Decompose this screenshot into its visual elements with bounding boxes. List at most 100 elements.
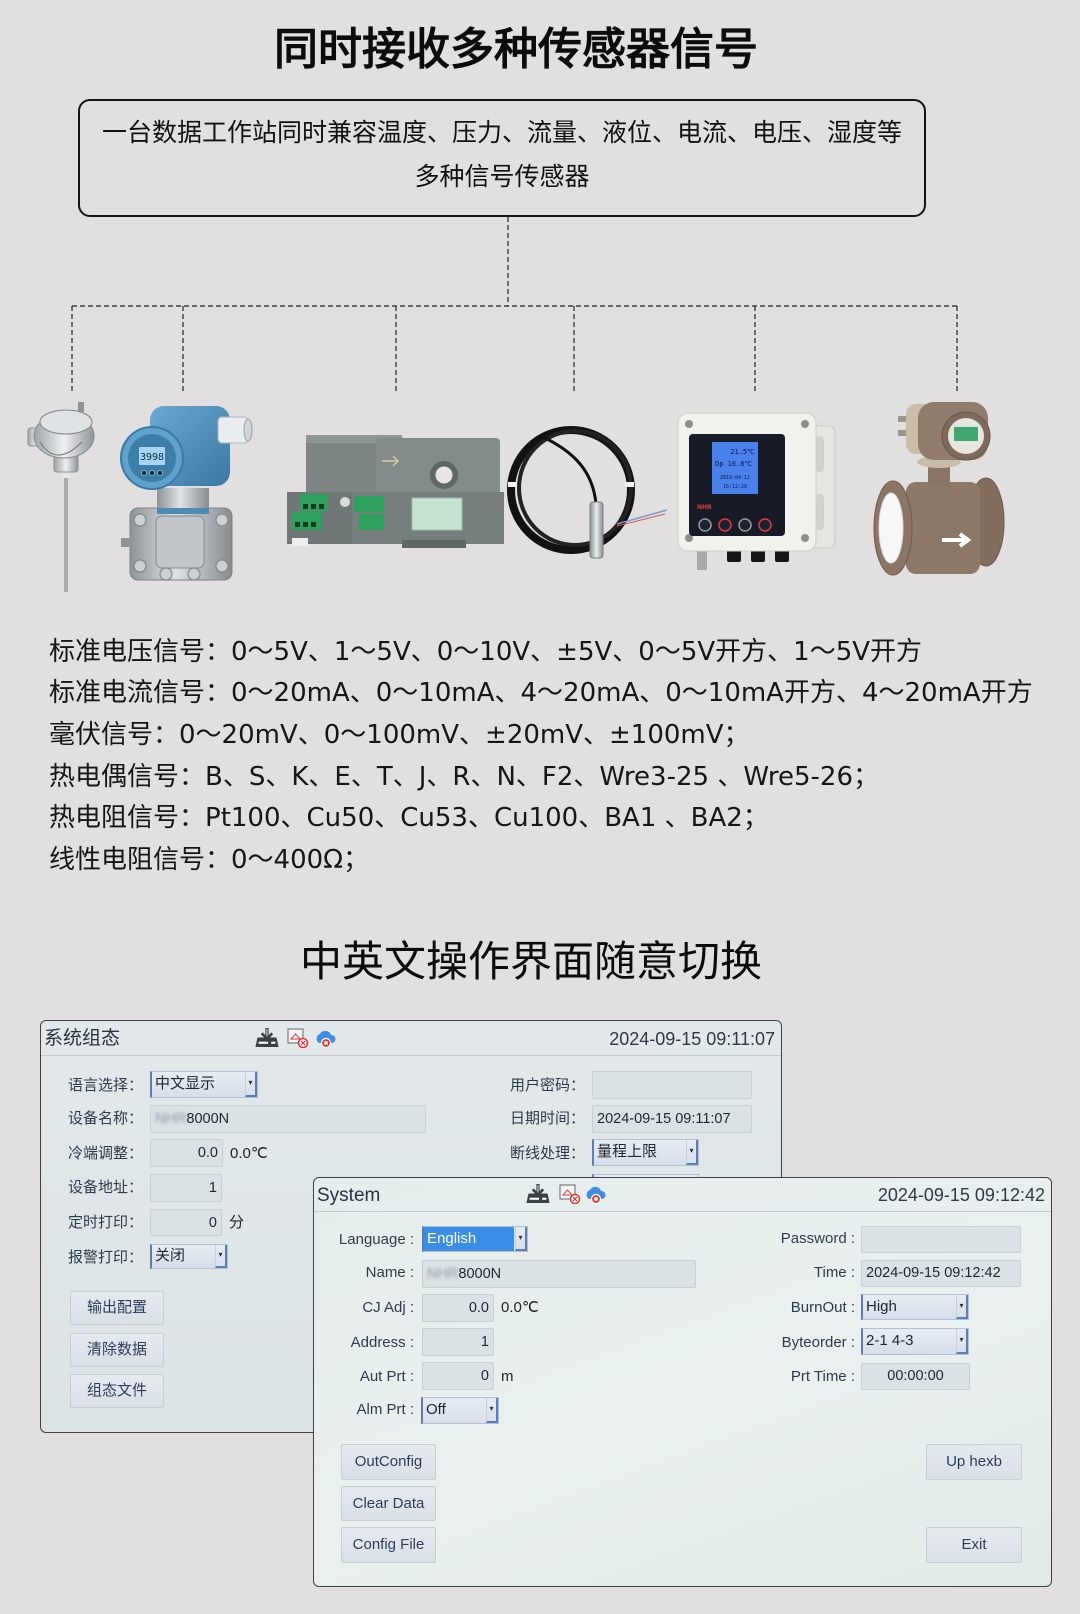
panel-header: System 2024-09-15 09:12:42 [314, 1178, 1051, 1212]
time-field[interactable]: 2024-09-15 09:12:42 [861, 1260, 1021, 1287]
burnout-label: 断线处理： [510, 1145, 586, 1162]
byteorder-label: Byteorder : [781, 1334, 855, 1351]
pressure-transmitter-image: 3998 [120, 406, 253, 581]
spec-value: B、S、K、E、T、J、R、N、F2、Wre3-25 、Wre5-26； [205, 762, 879, 792]
device-name-blurred-prefix: NHR [427, 1266, 459, 1282]
save-to-drive-icon[interactable] [254, 1028, 280, 1048]
password-field[interactable] [861, 1226, 1021, 1253]
burnout-select[interactable]: High ▾ [861, 1294, 969, 1320]
output-config-button[interactable]: 输出配置 [70, 1291, 164, 1325]
level-sensor-probe [589, 501, 604, 559]
current-sensor-image [287, 435, 504, 548]
config-file-button[interactable]: 组态文件 [70, 1374, 164, 1408]
clear-data-button[interactable]: 清除数据 [70, 1333, 164, 1367]
device-name-value: 8000N [458, 1266, 502, 1282]
burnout-value: 量程上限 [597, 1143, 658, 1160]
spec-linear-resistance: 线性电阻信号：0～400Ω； [49, 839, 369, 881]
time-label: Time : [813, 1264, 855, 1281]
language-select-value: 中文显示 [155, 1075, 216, 1092]
header-icons [254, 1028, 336, 1048]
spec-value: 0～20mA、0～10mA、4～20mA、0～10mA开方、4～20mA开方 [231, 678, 1033, 708]
language-label: Language : [338, 1231, 414, 1248]
cj-adj-field[interactable]: 0.0 [422, 1294, 494, 1322]
device-address-field[interactable]: 1 [150, 1174, 222, 1202]
transmitter-housing: 3998 [120, 406, 253, 490]
password-field[interactable] [592, 1071, 752, 1099]
spec-value: 0～5V、1～5V、0～10V、±5V、0～5V开方、1～5V开方 [231, 637, 923, 667]
cj-adj-label: CJ Adj : [362, 1299, 414, 1316]
spec-label: 热电阻信号： [49, 803, 206, 833]
intro-line-2: 多种信号传感器 [414, 162, 590, 191]
prt-time-label: Prt Time : [790, 1368, 855, 1385]
spec-current: 标准电流信号：0～20mA、0～10mA、4～20mA、0～10mA开方、4～2… [49, 672, 1033, 714]
flowmeter-front-flange [873, 480, 913, 576]
device-name-field[interactable]: NHR8000N [150, 1105, 426, 1133]
spec-millivolt: 毫伏信号：0～20mV、0～100mV、±20mV、±100mV； [49, 714, 750, 756]
timed-print-unit: 分 [229, 1214, 245, 1231]
burnout-select[interactable]: 量程上限 ▾ [592, 1139, 699, 1166]
spec-label: 标准电压信号： [49, 637, 232, 667]
spec-label: 标准电流信号： [49, 678, 232, 708]
spec-rtd: 热电阻信号：Pt100、Cu50、Cu53、Cu100、BA1 、BA2； [49, 797, 769, 839]
cloud-offline-icon[interactable] [584, 1184, 606, 1204]
language-label: 语言选择： [68, 1077, 144, 1094]
out-config-button[interactable]: OutConfig [341, 1444, 436, 1480]
aut-prt-field[interactable]: 0 [422, 1362, 494, 1390]
language-select[interactable]: English ▾ [422, 1226, 528, 1252]
pressure-display-reading: 3998 [140, 452, 164, 463]
up-hexb-button[interactable]: Up hexb [926, 1444, 1022, 1480]
byteorder-select[interactable]: 2-1 4-3 ▾ [861, 1328, 969, 1355]
device-name-field[interactable]: NHR8000N [422, 1260, 696, 1288]
device-address-label: 设备地址： [68, 1179, 144, 1196]
chevron-down-icon: ▾ [245, 1072, 257, 1097]
level-sensor-cable-coil [507, 426, 668, 554]
clear-data-button[interactable]: Clear Data [341, 1486, 436, 1521]
cold-junction-field[interactable]: 0.0 [150, 1139, 223, 1167]
chevron-down-icon: ▾ [956, 1329, 968, 1354]
language-select[interactable]: 中文显示 ▾ [150, 1071, 258, 1098]
cj-adj-reading: 0.0℃ [501, 1299, 539, 1316]
chevron-down-icon: ▾ [215, 1245, 227, 1268]
cloud-offline-icon[interactable] [314, 1028, 336, 1048]
prt-time-field[interactable]: 00:00:00 [861, 1363, 970, 1390]
address-field[interactable]: 1 [422, 1328, 494, 1356]
print-error-icon[interactable] [559, 1184, 581, 1204]
alarm-print-value: 关闭 [155, 1247, 186, 1264]
save-to-drive-icon[interactable] [525, 1184, 551, 1204]
burnout-value: High [866, 1298, 897, 1315]
humidity-display-image: 21.5℃ Dp 16.8℃ 2019-04-12 16:12:28 NHR [677, 412, 836, 570]
exit-button[interactable]: Exit [926, 1527, 1022, 1563]
display-dewpoint: Dp 16.8℃ [715, 460, 753, 468]
print-error-icon[interactable] [287, 1028, 309, 1048]
spec-value: 0～20mV、0～100mV、±20mV、±100mV； [179, 720, 750, 750]
transmitter-flange [121, 507, 233, 581]
alarm-print-label: 报警打印： [68, 1249, 144, 1266]
config-file-button[interactable]: Config File [341, 1527, 436, 1563]
datetime-field[interactable]: 2024-09-15 09:11:07 [592, 1105, 752, 1133]
alarm-print-select[interactable]: 关闭 ▾ [150, 1244, 228, 1269]
password-label: 用户密码： [510, 1077, 586, 1094]
alm-prt-select[interactable]: Off ▾ [421, 1397, 499, 1424]
chevron-down-icon: ▾ [486, 1398, 498, 1423]
flowmeter-head [898, 402, 991, 461]
transmitter-neck [157, 488, 209, 514]
chevron-down-icon: ▾ [956, 1295, 968, 1319]
panel-title: 系统组态 [44, 1028, 121, 1049]
device-name-label: 设备名称： [68, 1110, 144, 1127]
device-name-blurred-prefix: NHR [155, 1111, 187, 1127]
panel-timestamp: 2024-09-15 09:12:42 [877, 1185, 1045, 1205]
intro-line-1: 一台数据工作站同时兼容温度、压力、流量、液位、电流、电压、湿度等 [101, 118, 902, 147]
section-title: 中英文操作界面随意切换 [299, 937, 762, 986]
thermocouple-rod [62, 470, 70, 592]
spec-label: 毫伏信号： [49, 720, 180, 750]
display-time: 16:12:28 [723, 484, 747, 490]
panel-title: System [317, 1185, 381, 1206]
spec-label: 热电偶信号： [49, 762, 206, 792]
chevron-down-icon: ▾ [515, 1227, 527, 1251]
spec-thermocouple: 热电偶信号：B、S、K、E、T、J、R、N、F2、Wre3-25 、Wre5-2… [49, 756, 879, 798]
address-label: Address : [350, 1334, 414, 1351]
panel-timestamp: 2024-09-15 09:11:07 [609, 1029, 775, 1049]
device-name-value: 8000N [186, 1111, 230, 1127]
flowmeter-body [906, 482, 980, 574]
timed-print-field[interactable]: 0 [150, 1209, 222, 1236]
